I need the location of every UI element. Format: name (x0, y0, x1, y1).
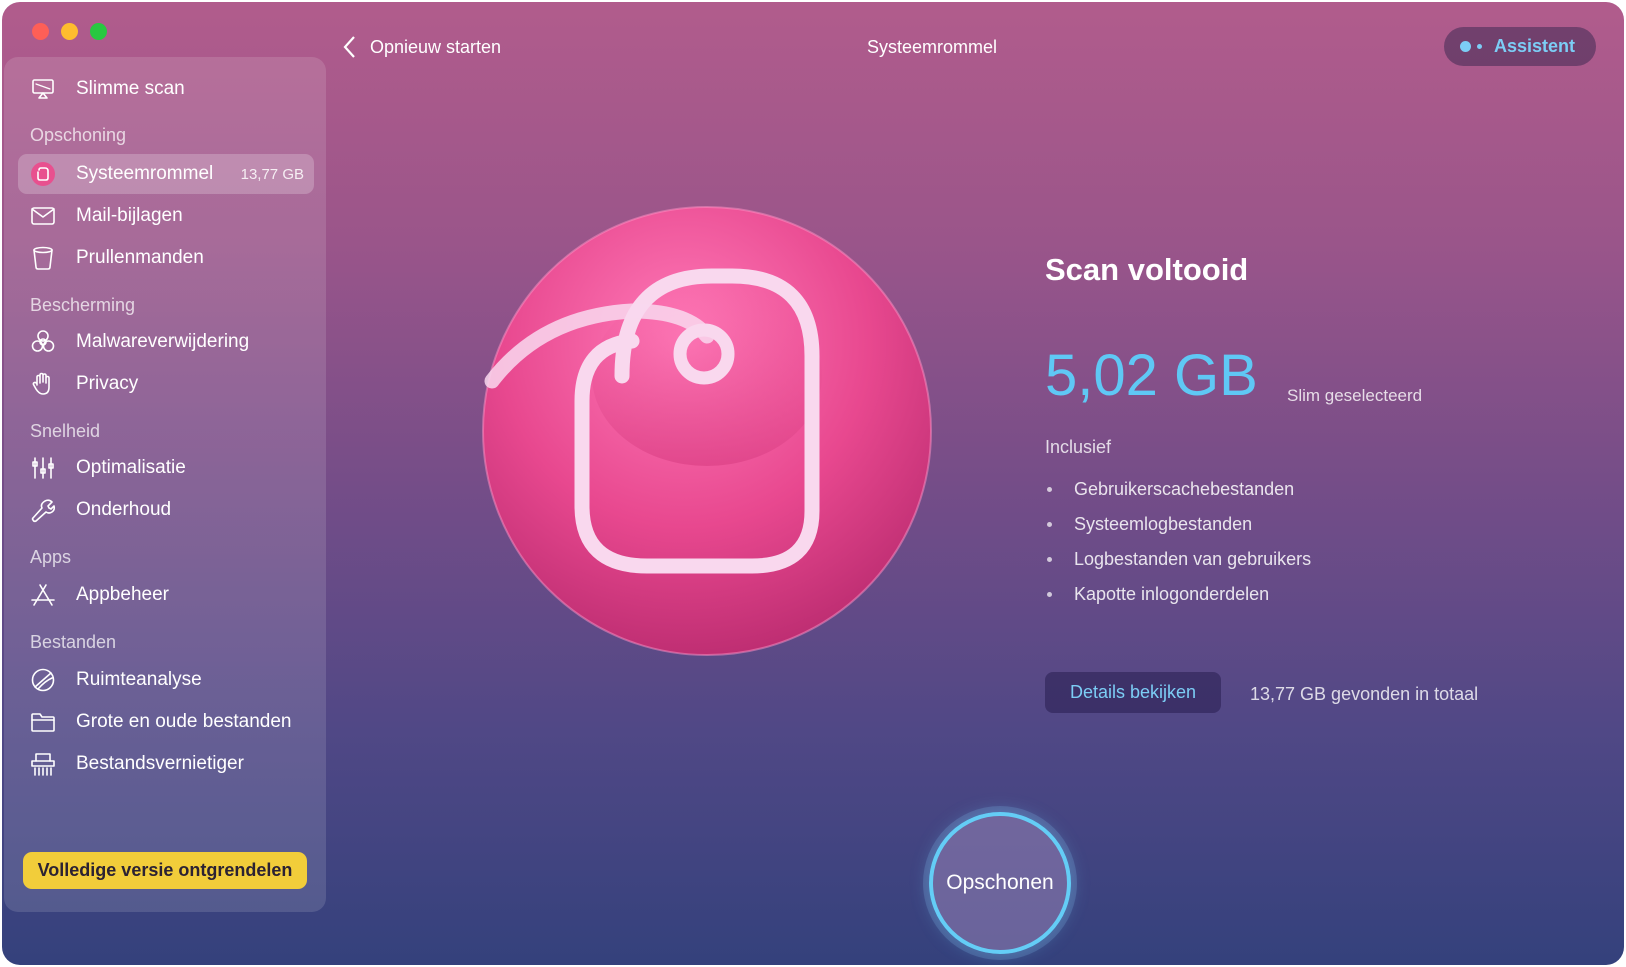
sidebar-item-system-junk[interactable]: Systeemrommel 13,77 GB (18, 154, 314, 194)
system-junk-icon (30, 161, 56, 187)
assistant-button[interactable]: Assistent (1444, 27, 1596, 66)
space-lens-icon (30, 667, 56, 693)
including-label: Inclusief (1045, 437, 1112, 457)
minimize-window-button[interactable] (61, 23, 78, 40)
assistant-dots-icon (1460, 41, 1482, 52)
scan-complete-title: Scan voltooid (1045, 252, 1249, 287)
back-label: Opnieuw starten (370, 36, 502, 57)
bullet-icon (1047, 487, 1052, 492)
sidebar-item-shredder[interactable]: Bestandsvernietiger (18, 744, 314, 784)
close-window-button[interactable] (32, 23, 49, 40)
sidebar-section-files: Bestanden (30, 632, 117, 652)
list-item: Gebruikerscachebestanden (1045, 472, 1311, 507)
sidebar-item-label: Privacy (76, 373, 139, 394)
biohazard-icon (30, 329, 56, 355)
sidebar-section-speed: Snelheid (30, 421, 101, 441)
system-junk-hero-icon (482, 206, 932, 656)
sliders-icon (30, 455, 56, 481)
sidebar-item-app-manager[interactable]: Appbeheer (18, 575, 314, 615)
app-store-icon (30, 582, 56, 608)
sidebar-item-trash-bins[interactable]: Prullenmanden (18, 238, 314, 278)
system-junk-size: 13,77 GB (240, 165, 304, 183)
list-item: Logbestanden van gebruikers (1045, 542, 1311, 577)
sidebar-item-label: Slimme scan (76, 78, 185, 99)
assistant-label: Assistent (1494, 36, 1576, 56)
bullet-icon (1047, 592, 1052, 597)
hand-icon (30, 371, 56, 397)
sidebar-item-optimization[interactable]: Optimalisatie (18, 448, 314, 488)
sidebar-item-label: Systeemrommel (76, 163, 214, 184)
bullet-icon (1047, 557, 1052, 562)
zoom-window-button[interactable] (90, 23, 107, 40)
shredder-icon (30, 751, 56, 777)
list-item: Systeemlogbestanden (1045, 507, 1311, 542)
wrench-icon (30, 497, 56, 523)
sidebar-item-label: Appbeheer (76, 584, 169, 605)
sidebar-item-label: Ruimteanalyse (76, 669, 202, 690)
app-window: Slimme scan Opschoning Systeemrommel 13,… (2, 2, 1624, 965)
sidebar: Slimme scan Opschoning Systeemrommel 13,… (4, 57, 326, 912)
clean-button[interactable]: Opschonen (929, 812, 1071, 954)
trash-bin-icon (30, 245, 56, 271)
sidebar-section-protection: Bescherming (30, 295, 136, 315)
sidebar-item-label: Bestandsvernietiger (76, 753, 244, 774)
page-title: Systeemrommel (867, 37, 998, 57)
selected-size-label: Slim geselecteerd (1287, 386, 1423, 405)
sidebar-section-apps: Apps (30, 547, 72, 567)
envelope-icon (30, 203, 56, 229)
monitor-icon (30, 76, 56, 102)
sidebar-item-smart-scan[interactable]: Slimme scan (18, 69, 314, 109)
sidebar-item-space-lens[interactable]: Ruimteanalyse (18, 660, 314, 700)
unlock-full-version-button[interactable]: Volledige versie ontgrendelen (23, 852, 307, 889)
sidebar-item-label: Malwareverwijdering (76, 331, 250, 352)
sidebar-item-mail-attachments[interactable]: Mail-bijlagen (18, 196, 314, 236)
folder-icon (30, 709, 56, 735)
restart-back-button[interactable]: Opnieuw starten (342, 32, 501, 62)
sidebar-item-malware-removal[interactable]: Malwareverwijdering (18, 322, 314, 362)
sidebar-item-privacy[interactable]: Privacy (18, 364, 314, 404)
bullet-icon (1047, 522, 1052, 527)
sidebar-item-label: Grote en oude bestanden (76, 711, 292, 732)
sidebar-item-label: Mail-bijlagen (76, 205, 183, 226)
view-details-button[interactable]: Details bekijken (1045, 672, 1221, 713)
sidebar-section-cleanup: Opschoning (30, 125, 127, 145)
selected-size: 5,02 GB (1045, 343, 1258, 408)
sidebar-item-label: Onderhoud (76, 499, 172, 520)
chevron-left-icon (343, 36, 355, 58)
sidebar-item-maintenance[interactable]: Onderhoud (18, 490, 314, 530)
sidebar-item-label: Prullenmanden (76, 247, 204, 268)
sidebar-item-label: Optimalisatie (76, 457, 186, 478)
included-items-list: Gebruikerscachebestanden Systeemlogbesta… (1045, 472, 1311, 612)
total-found-text: 13,77 GB gevonden in totaal (1250, 684, 1479, 704)
list-item: Kapotte inlogonderdelen (1045, 577, 1311, 612)
sidebar-item-large-old-files[interactable]: Grote en oude bestanden (18, 702, 314, 742)
